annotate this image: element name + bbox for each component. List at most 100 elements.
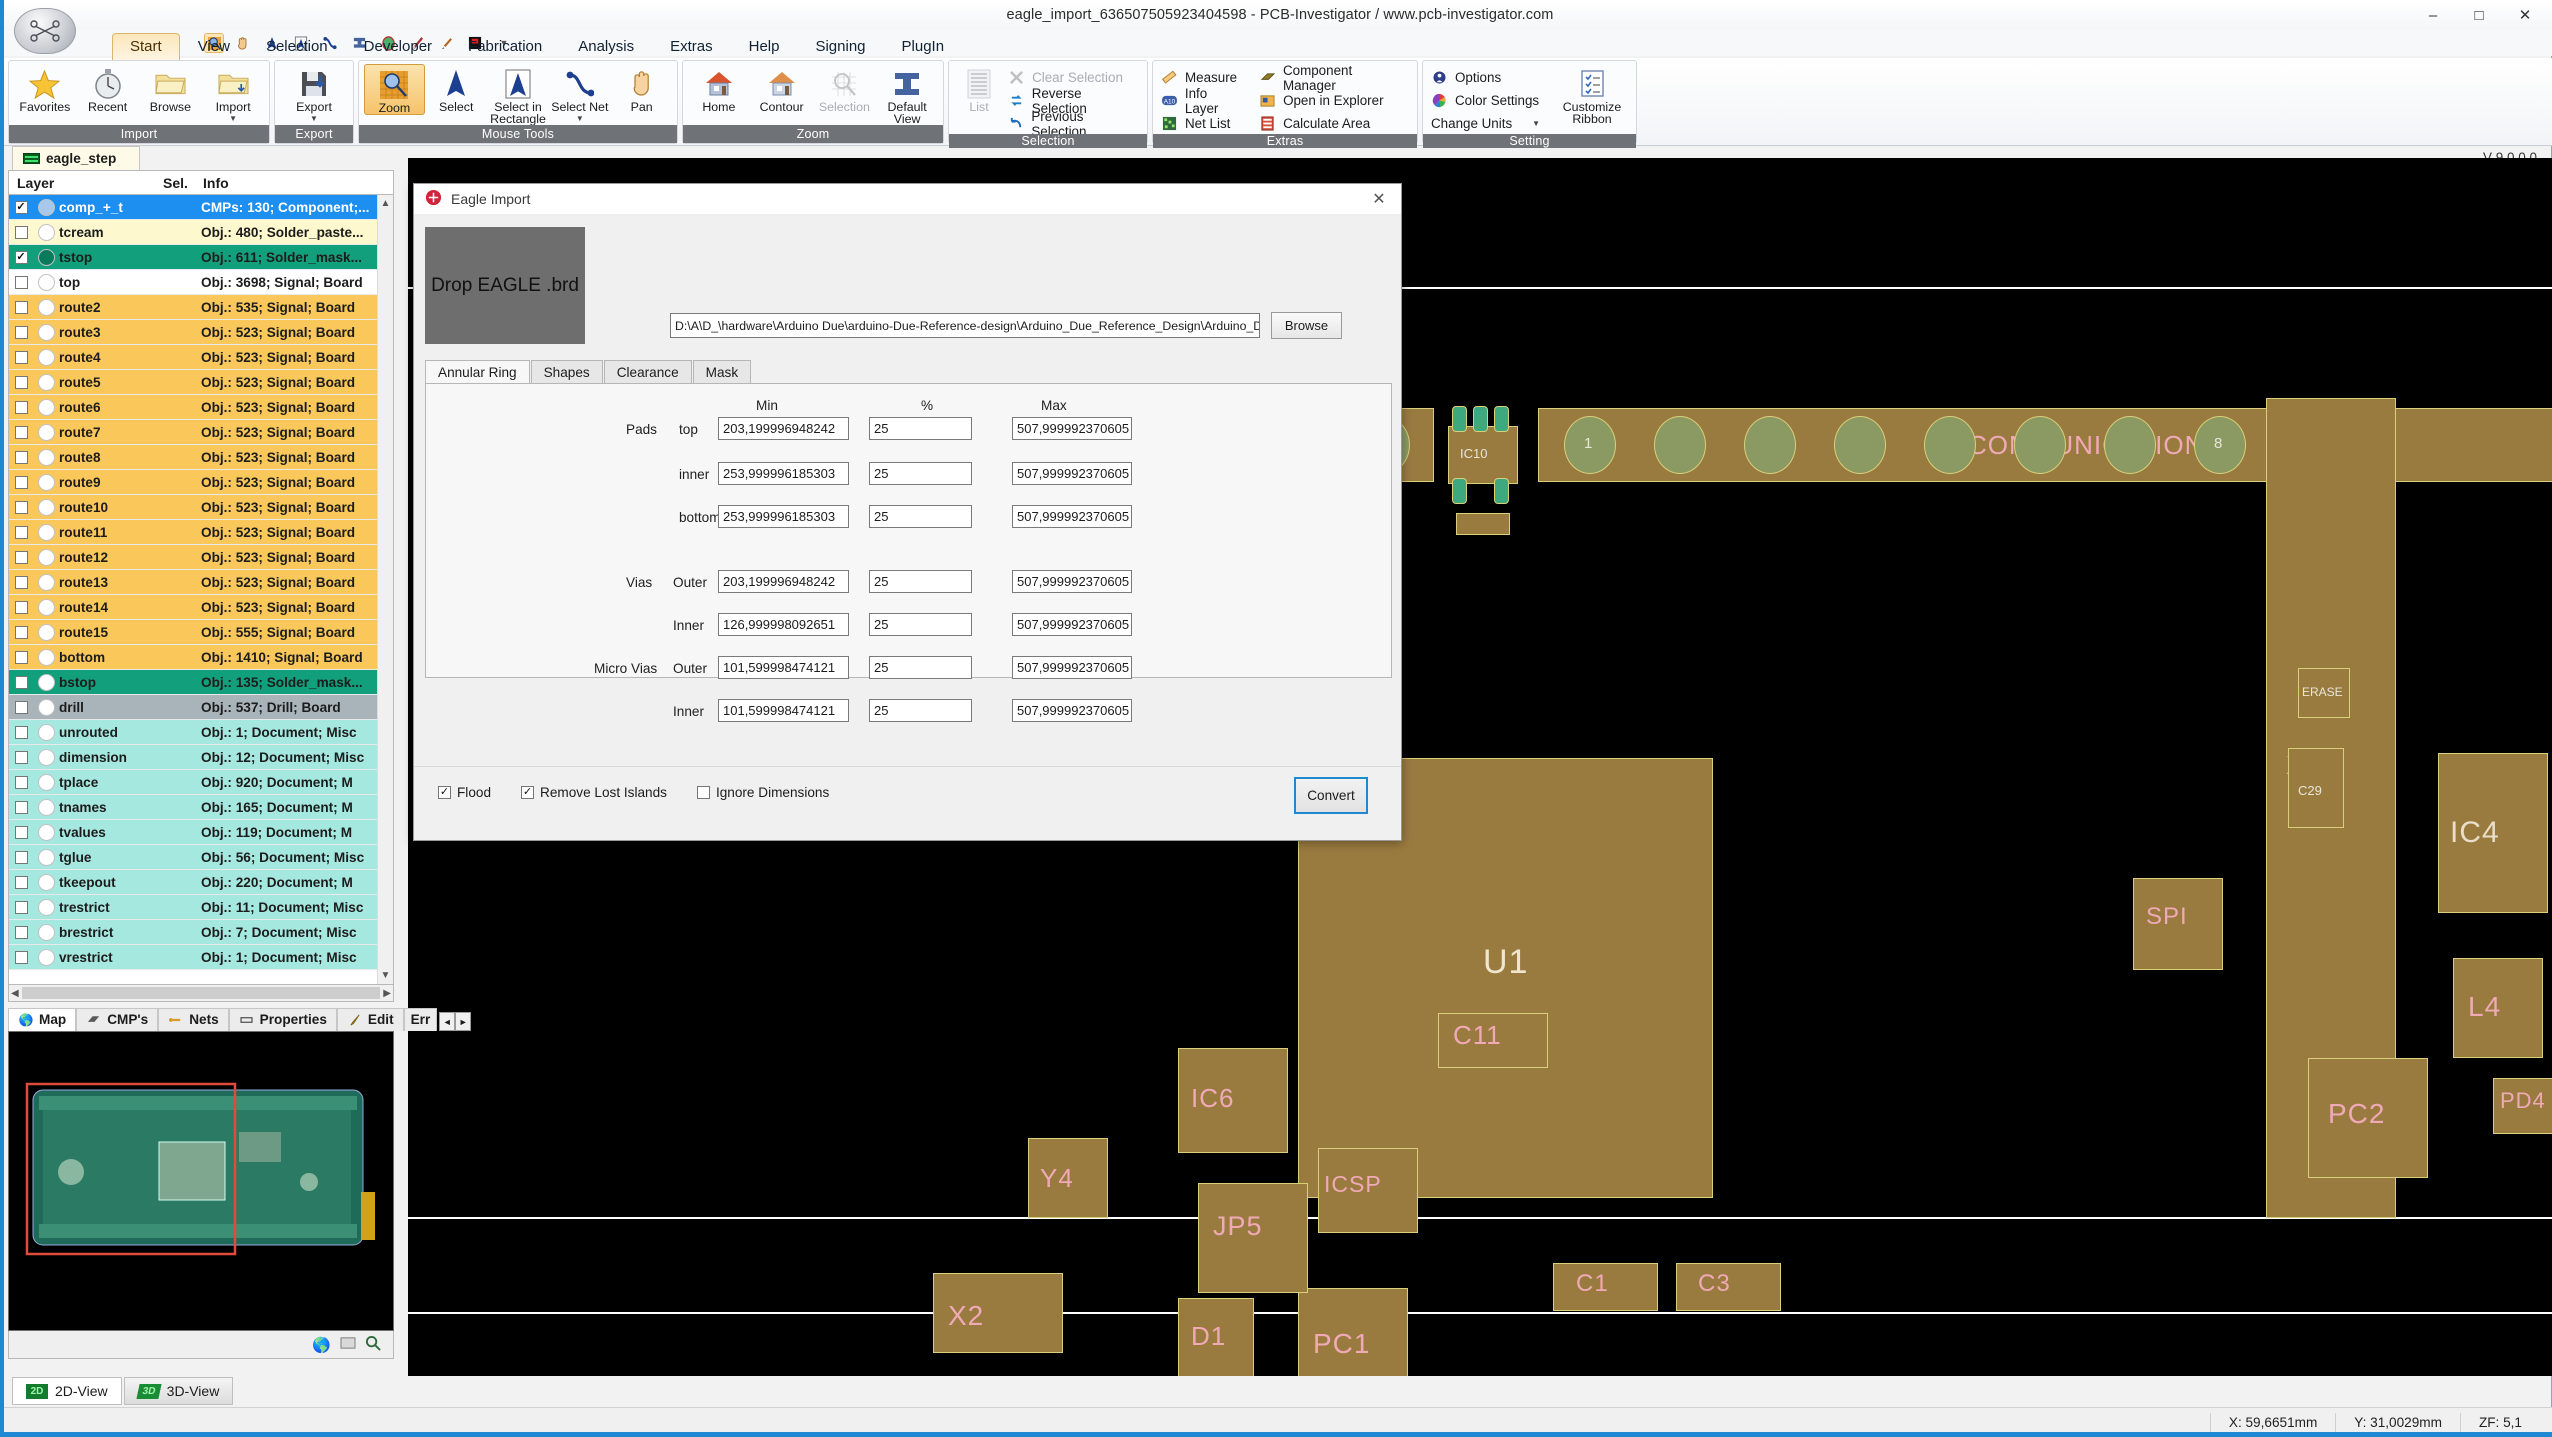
layer-visibility-checkbox[interactable]	[9, 850, 33, 864]
tab-map[interactable]: 🌎 Map	[8, 1008, 77, 1031]
layer-color-swatch[interactable]	[33, 223, 59, 241]
tab-properties[interactable]: Properties	[228, 1008, 337, 1031]
tab-edit[interactable]: Edit	[336, 1008, 404, 1031]
layer-color-swatch[interactable]	[33, 673, 59, 691]
recent-button[interactable]: Recent	[77, 64, 139, 113]
layer-visibility-checkbox[interactable]	[9, 775, 33, 789]
map-preview[interactable]	[8, 1031, 394, 1331]
layer-visibility-checkbox[interactable]: ✓	[9, 200, 33, 214]
layer-visibility-checkbox[interactable]	[9, 950, 33, 964]
calculate-area-item[interactable]: Calculate Area	[1258, 113, 1408, 134]
tab-3d-view[interactable]: 3D 3D-View	[123, 1377, 234, 1405]
import-button[interactable]: Import ▼	[202, 64, 264, 123]
select-net-button[interactable]: Select Net ▼	[549, 64, 610, 123]
table-row[interactable]: route7 Obj.: 523; Signal; Board	[9, 420, 393, 445]
vias-outer-min-input[interactable]: 203,199996948242	[718, 570, 849, 593]
layer-color-swatch[interactable]	[33, 948, 59, 966]
pad[interactable]	[1494, 478, 1509, 504]
previous-selection-item[interactable]: Previous Selection	[1007, 109, 1138, 139]
tab-extras[interactable]: Extras	[652, 33, 731, 60]
layer-color-swatch[interactable]	[33, 398, 59, 416]
micro-vias-outer-percent-input[interactable]: 25	[869, 656, 972, 679]
layer-color-swatch[interactable]	[33, 473, 59, 491]
tab-nav-next-icon[interactable]: ►	[455, 1012, 472, 1031]
layer-visibility-checkbox[interactable]	[9, 650, 33, 664]
remove-lost-islands-checkbox[interactable]: ✓	[521, 786, 535, 799]
layer-visibility-checkbox[interactable]	[9, 825, 33, 839]
vias-outer-percent-input[interactable]: 25	[869, 570, 972, 593]
hscroll-right-icon[interactable]: ▶	[383, 988, 391, 999]
table-row[interactable]: route12 Obj.: 523; Signal; Board	[9, 545, 393, 570]
table-row[interactable]: vrestrict Obj.: 1; Document; Misc	[9, 945, 393, 970]
scroll-down-icon[interactable]: ▼	[378, 967, 393, 984]
pads-inner-percent-input[interactable]: 25	[869, 462, 972, 485]
layer-list-scrollbar[interactable]: ▲ ▼	[377, 195, 393, 984]
layer-visibility-checkbox[interactable]	[9, 500, 33, 514]
select-tool-button[interactable]: Select	[426, 64, 487, 113]
pad[interactable]	[1744, 416, 1796, 474]
browse-button[interactable]: Browse	[140, 64, 202, 113]
step-tab-eagle-step[interactable]: eagle_step	[12, 146, 140, 170]
map-magnifier-icon[interactable]	[365, 1335, 381, 1355]
pads-inner-max-input[interactable]: 507,999992370605	[1012, 462, 1132, 485]
layer-visibility-checkbox[interactable]: ✓	[9, 250, 33, 264]
flood-option[interactable]: ✓ Flood	[438, 785, 491, 800]
micro-vias-inner-max-input[interactable]: 507,999992370605	[1012, 699, 1132, 722]
pan-tool-button[interactable]: Pan	[611, 64, 672, 113]
select-in-rectangle-button[interactable]: Select in Rectangle	[488, 64, 549, 125]
table-row[interactable]: drill Obj.: 537; Drill; Board	[9, 695, 393, 720]
table-row[interactable]: tvalues Obj.: 119; Document; M	[9, 820, 393, 845]
layer-color-swatch[interactable]	[33, 348, 59, 366]
layer-visibility-checkbox[interactable]	[9, 725, 33, 739]
table-row[interactable]: top Obj.: 3698; Signal; Board	[9, 270, 393, 295]
ignore-dimensions-option[interactable]: Ignore Dimensions	[696, 785, 829, 800]
table-row[interactable]: unrouted Obj.: 1; Document; Misc	[9, 720, 393, 745]
flood-checkbox[interactable]: ✓	[438, 786, 451, 799]
tab-help[interactable]: Help	[731, 33, 798, 60]
tab-view[interactable]: View	[180, 33, 248, 60]
ignore-dimensions-checkbox[interactable]	[696, 786, 710, 799]
layer-visibility-checkbox[interactable]	[9, 300, 33, 314]
table-row[interactable]: dimension Obj.: 12; Document; Misc	[9, 745, 393, 770]
layer-color-swatch[interactable]	[33, 573, 59, 591]
layer-visibility-checkbox[interactable]	[9, 450, 33, 464]
file-path-input[interactable]: D:\A\D_\hardware\Arduino Due\arduino-Due…	[670, 313, 1260, 338]
column-header-layer[interactable]: Layer	[9, 175, 155, 191]
layer-visibility-checkbox[interactable]	[9, 875, 33, 889]
vias-inner-max-input[interactable]: 507,999992370605	[1012, 613, 1132, 636]
pad[interactable]	[1834, 416, 1886, 474]
layer-color-swatch[interactable]	[33, 898, 59, 916]
import-dropdown-icon[interactable]: ▼	[229, 114, 237, 123]
layer-visibility-checkbox[interactable]	[9, 350, 33, 364]
pads-top-min-input[interactable]: 203,199996948242	[718, 417, 849, 440]
browse-button[interactable]: Browse	[1271, 312, 1342, 339]
color-settings-item[interactable]: Color Settings	[1430, 90, 1549, 111]
dialog-tab-mask[interactable]: Mask	[692, 360, 752, 385]
tab-cmps[interactable]: CMP's	[76, 1008, 159, 1031]
dialog-close-button[interactable]: ✕	[1357, 184, 1401, 215]
layer-color-swatch[interactable]	[33, 323, 59, 341]
hscroll-thumb[interactable]	[21, 987, 381, 999]
tab-developer[interactable]: Developer	[346, 33, 450, 60]
layer-color-swatch[interactable]	[33, 523, 59, 541]
pads-bottom-max-input[interactable]: 507,999992370605	[1012, 505, 1132, 528]
layer-color-swatch[interactable]	[33, 723, 59, 741]
table-row[interactable]: route6 Obj.: 523; Signal; Board	[9, 395, 393, 420]
minimize-button[interactable]: –	[2410, 1, 2456, 29]
tab-plugin[interactable]: PlugIn	[884, 33, 963, 60]
layer-color-swatch[interactable]	[33, 198, 59, 216]
table-row[interactable]: trestrict Obj.: 11; Document; Misc	[9, 895, 393, 920]
pads-bottom-percent-input[interactable]: 25	[869, 505, 972, 528]
table-row[interactable]: tkeepout Obj.: 220; Document; M	[9, 870, 393, 895]
scroll-up-icon[interactable]: ▲	[378, 195, 393, 212]
remove-lost-islands-option[interactable]: ✓ Remove Lost Islands	[521, 785, 667, 800]
layer-color-swatch[interactable]	[33, 823, 59, 841]
layer-visibility-checkbox[interactable]	[9, 700, 33, 714]
micro-vias-outer-min-input[interactable]: 101,599998474121	[718, 656, 849, 679]
table-row[interactable]: tglue Obj.: 56; Document; Misc	[9, 845, 393, 870]
table-row[interactable]: ✓ comp_+_t CMPs: 130; Component;...	[9, 195, 393, 220]
layer-color-swatch[interactable]	[33, 798, 59, 816]
close-button[interactable]: ✕	[2502, 1, 2548, 29]
open-in-explorer-item[interactable]: Open in Explorer	[1258, 90, 1408, 111]
tab-signing[interactable]: Signing	[797, 33, 883, 60]
